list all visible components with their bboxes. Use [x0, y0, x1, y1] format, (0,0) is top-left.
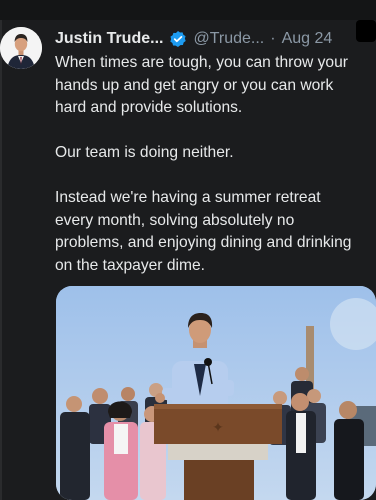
author-name[interactable]: Justin Trude... — [55, 28, 163, 50]
top-strip — [0, 0, 376, 20]
tweet-text: When times are tough, you can throw your… — [55, 52, 373, 277]
tweet-line: every month, solving absolutely no — [55, 211, 295, 229]
tweet-line: Our team is doing neither. — [55, 144, 234, 161]
tweet-line: hands up and get angry or you can work — [55, 76, 334, 94]
author-handle[interactable]: @Trude... — [193, 28, 264, 50]
tweet-line: problems, and enjoying dining and drinki… — [55, 234, 352, 251]
tweet-media-photo[interactable]: ✦ — [56, 286, 376, 500]
verified-badge-icon — [169, 30, 187, 48]
tweet-line: on the taxpayer dime. — [55, 256, 205, 274]
separator-dot: · — [270, 30, 276, 47]
author-avatar[interactable] — [0, 27, 42, 69]
tweet-line: Instead we're having a summer retreat — [55, 189, 321, 206]
press-conference-photo: ✦ — [56, 286, 376, 500]
tweet[interactable]: Justin Trude... @Trude... · Aug 24 When … — [0, 20, 376, 500]
tweet-line: When times are tough, you can throw your — [55, 54, 348, 71]
avatar-photo — [0, 27, 42, 69]
tweet-date[interactable]: Aug 24 — [282, 28, 333, 50]
tweet-line: hard and provide solutions. — [55, 99, 243, 116]
more-options-icon[interactable] — [356, 20, 376, 42]
tweet-header: Justin Trude... @Trude... · Aug 24 — [55, 28, 332, 50]
svg-text:✦: ✦ — [212, 420, 224, 436]
